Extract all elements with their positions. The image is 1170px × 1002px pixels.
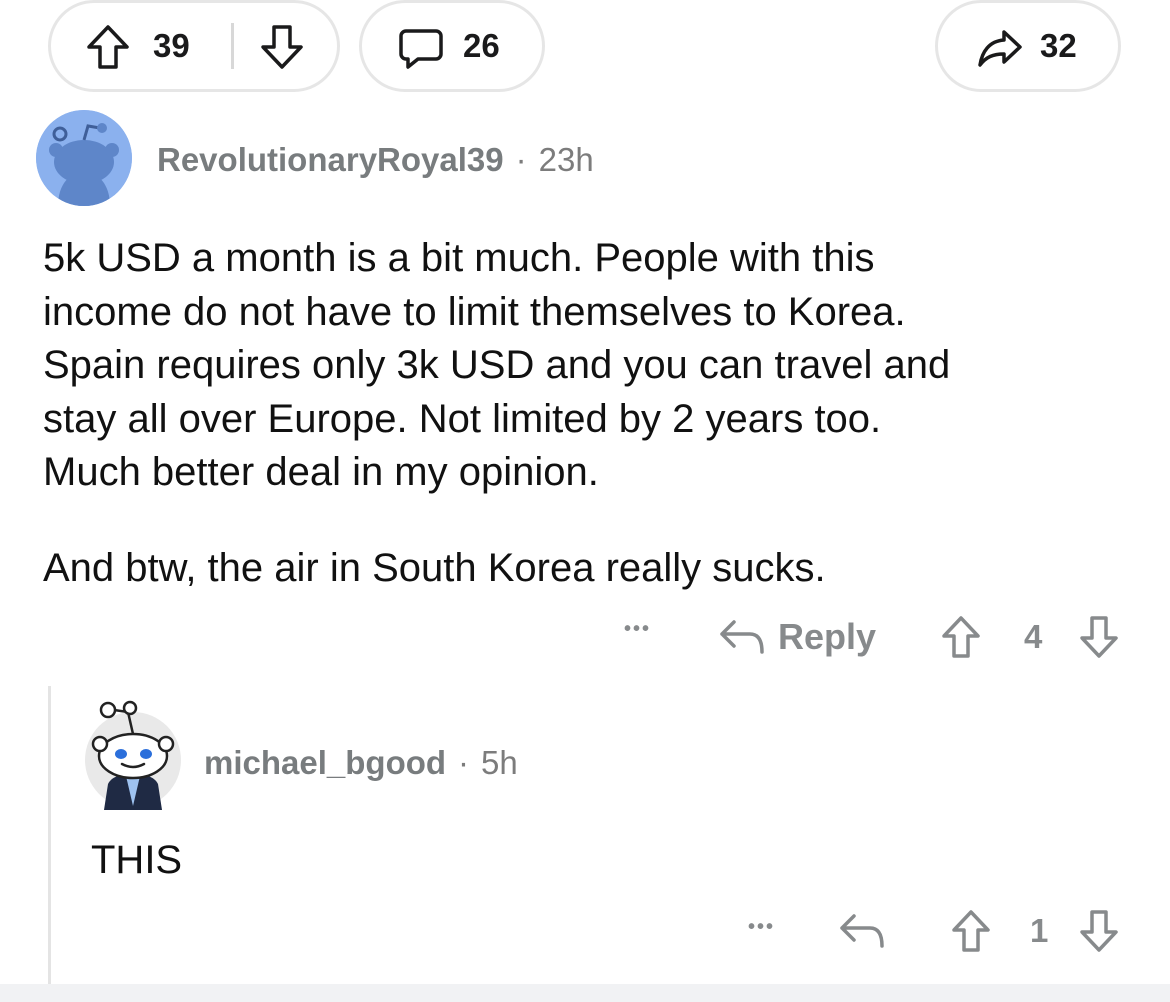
comment-meta: RevolutionaryRoyal39 · 23h	[157, 141, 594, 179]
comment-count: 26	[463, 27, 500, 64]
comment-icon	[398, 27, 444, 71]
share-count: 32	[1040, 27, 1077, 64]
downvote-icon[interactable]	[1078, 614, 1120, 665]
avatar[interactable]	[84, 698, 182, 810]
comments-button[interactable]: 26	[359, 0, 545, 92]
comment-meta: michael_bgood · 5h	[204, 744, 518, 782]
upvote-icon[interactable]	[950, 908, 992, 959]
share-button[interactable]: 32	[935, 0, 1121, 92]
username[interactable]: RevolutionaryRoyal39	[157, 141, 504, 178]
comment-line: Much better deal in my opinion.	[43, 450, 599, 494]
comment-line: 5k USD a month is a bit much. People wit…	[43, 236, 875, 280]
comment-line: stay all over Europe. Not limited by 2 y…	[43, 396, 882, 441]
timestamp: 23h	[538, 141, 594, 178]
downvote-icon[interactable]	[259, 23, 305, 71]
comment-actions: ••• 1	[0, 906, 1170, 958]
comment-actions: ••• Reply 4	[0, 610, 1170, 662]
reply-button[interactable]: Reply	[778, 616, 876, 658]
reply-icon[interactable]	[838, 910, 886, 957]
upvote-count: 39	[153, 27, 190, 64]
meta-separator: ·	[515, 141, 527, 178]
vote-count: 1	[1030, 912, 1049, 949]
comment-line: THIS	[91, 838, 183, 882]
bottom-divider	[0, 984, 1170, 1002]
post-vote-bar: 39	[48, 0, 340, 92]
vote-count: 4	[1024, 618, 1043, 655]
timestamp: 5h	[481, 744, 518, 781]
avatar[interactable]	[36, 110, 132, 206]
comment-line: income do not have to limit themselves t…	[43, 289, 906, 334]
comment-paragraph: And btw, the air in South Korea really s…	[43, 545, 826, 590]
upvote-icon[interactable]	[85, 23, 131, 71]
more-options-icon[interactable]: •••	[748, 916, 775, 939]
username[interactable]: michael_bgood	[204, 744, 446, 781]
meta-separator: ·	[458, 744, 470, 781]
comment-line: Spain requires only 3k USD and you can t…	[43, 343, 951, 387]
comment-body: THIS	[91, 834, 182, 888]
upvote-icon[interactable]	[940, 614, 982, 665]
reply-icon[interactable]	[718, 616, 766, 663]
vote-separator	[231, 23, 234, 69]
more-options-icon[interactable]: •••	[624, 618, 651, 641]
share-icon	[976, 27, 1024, 71]
downvote-icon[interactable]	[1078, 908, 1120, 959]
comment-body: 5k USD a month is a bit much. People wit…	[43, 232, 950, 595]
